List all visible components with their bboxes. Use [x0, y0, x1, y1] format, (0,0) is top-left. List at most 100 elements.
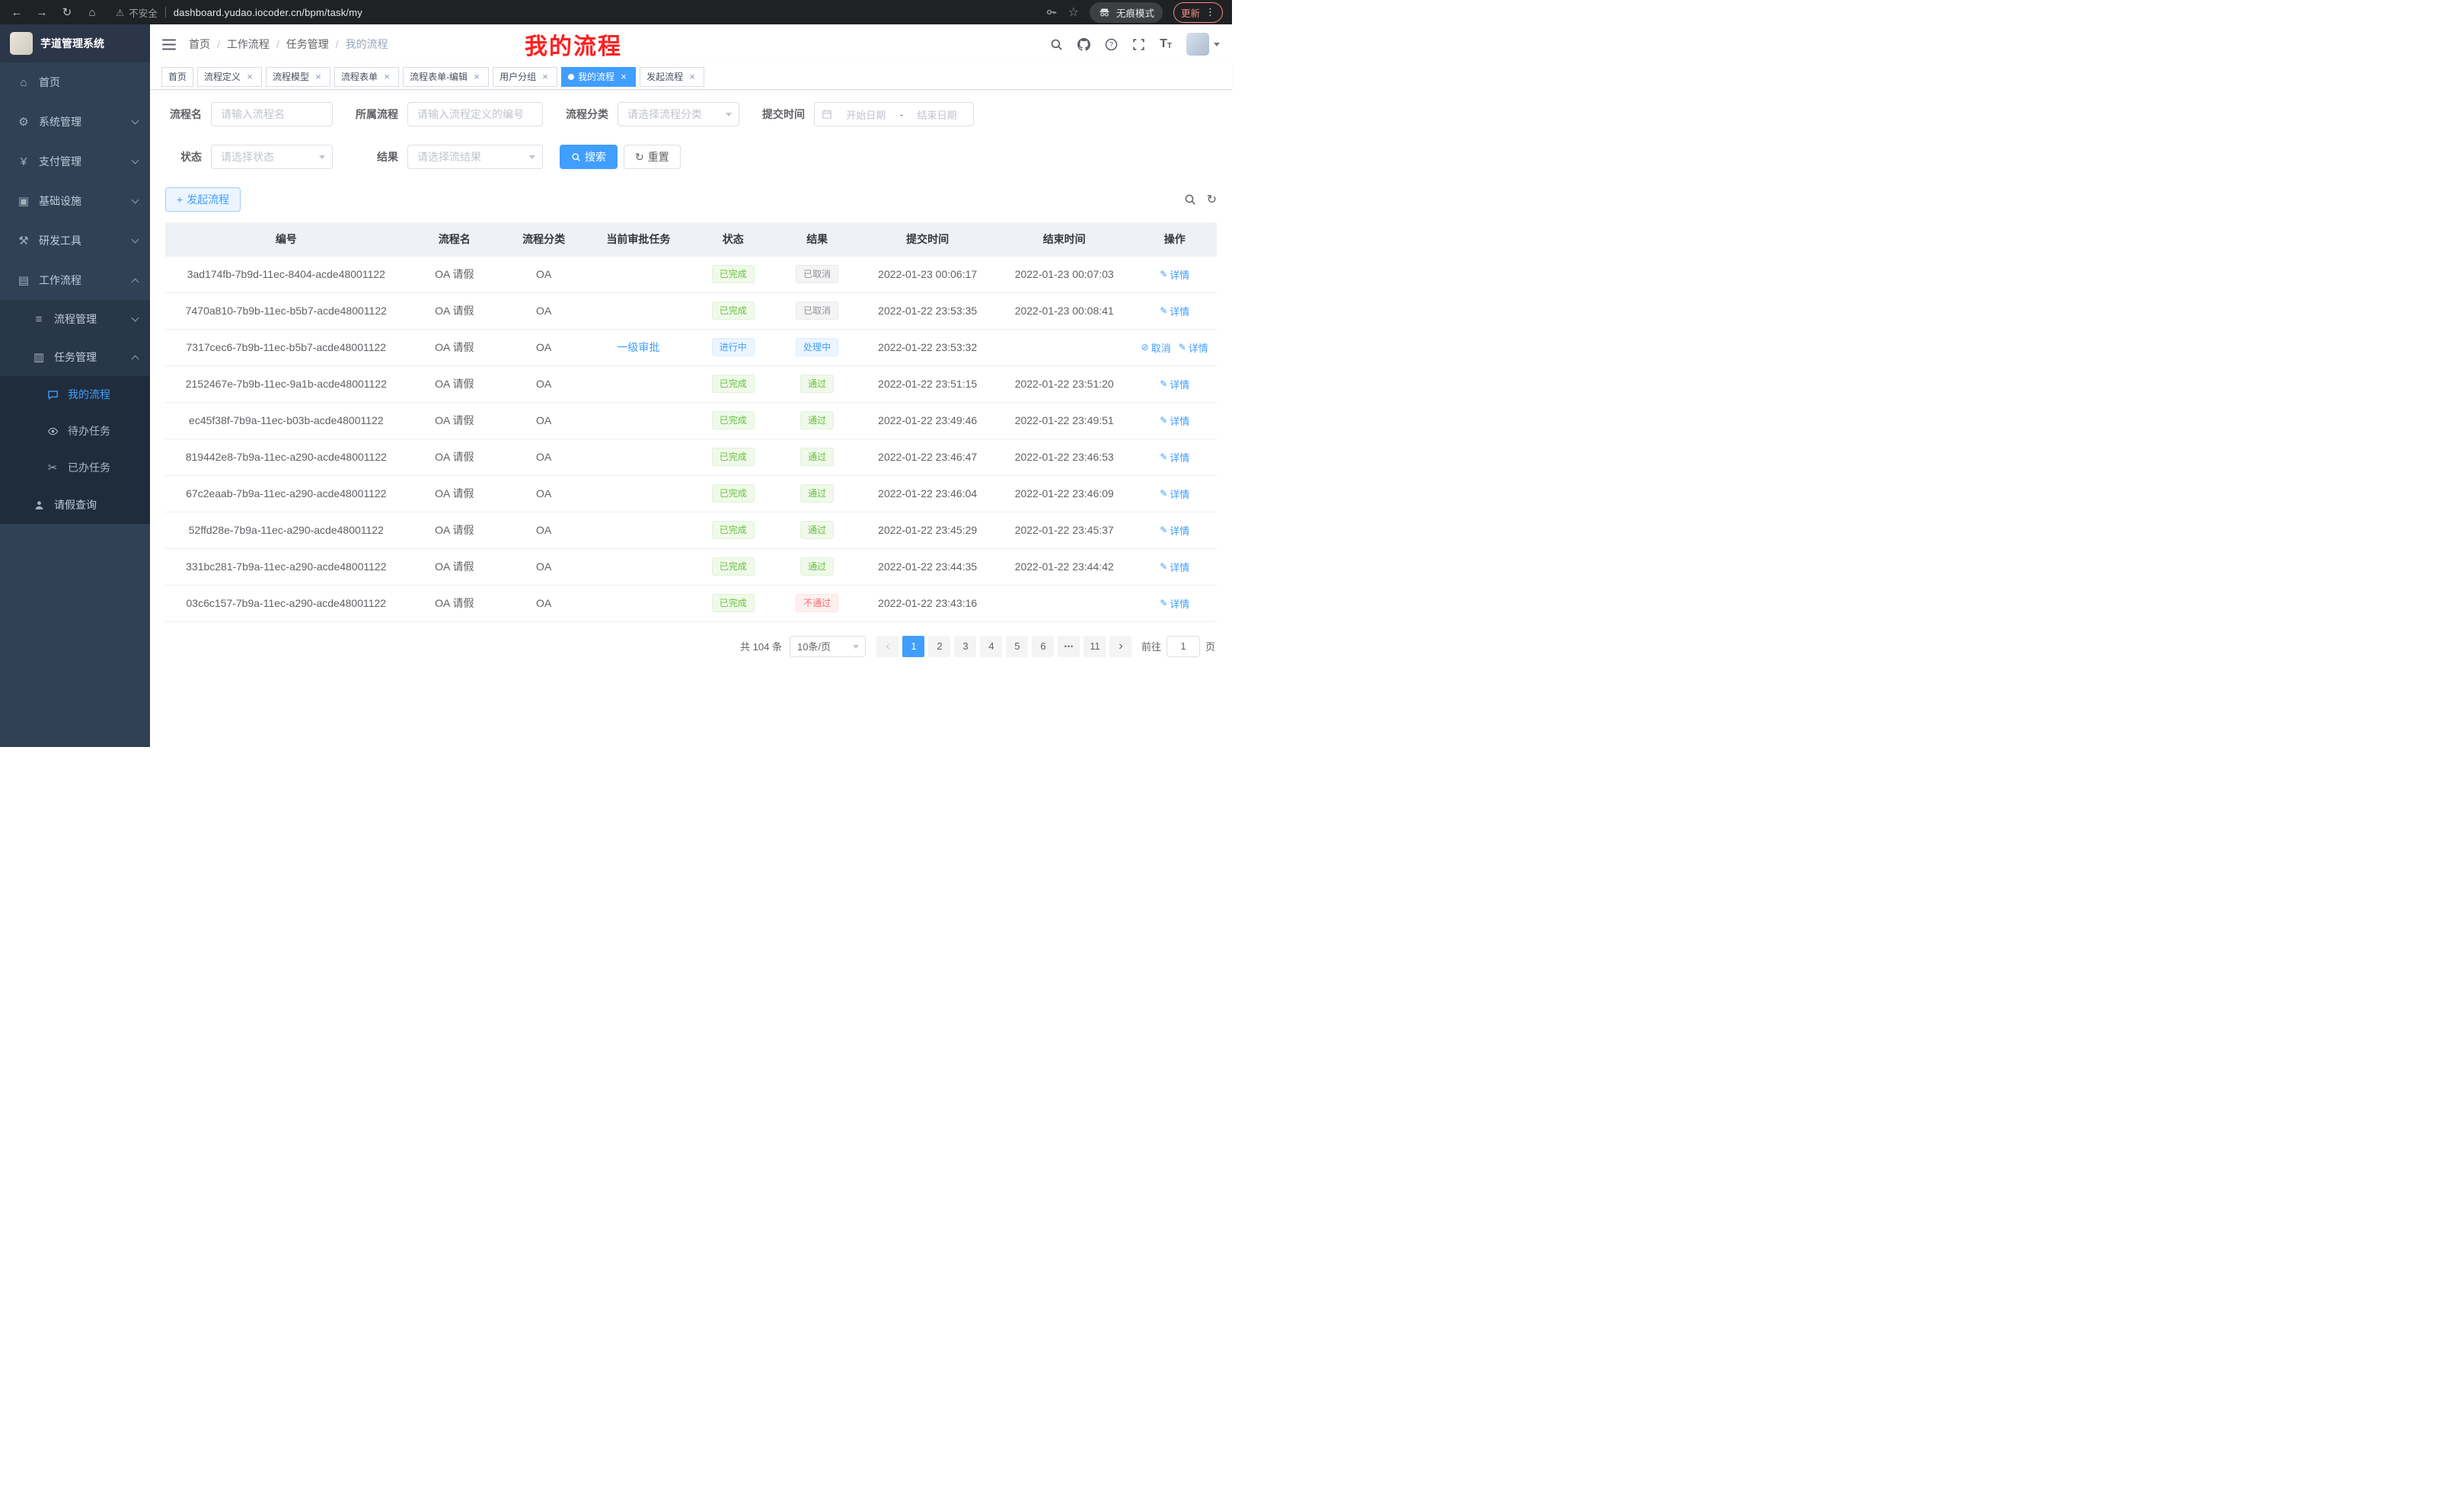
cell-submit-time: 2022-01-22 23:53:35 — [859, 292, 996, 329]
process-definition-input[interactable] — [407, 102, 543, 126]
process-name-input[interactable] — [211, 102, 333, 126]
tab-process-model[interactable]: 流程模型 × — [266, 67, 330, 87]
status-select[interactable]: 请选择状态 — [211, 145, 333, 169]
page-button-11[interactable]: 11 — [1084, 636, 1106, 657]
breadcrumb-task-mgmt[interactable]: 任务管理 — [286, 37, 329, 52]
process-table: 编号 流程名 流程分类 当前审批任务 状态 结果 提交时间 结束时间 操作 3a… — [165, 222, 1217, 622]
page-button-2[interactable]: 2 — [928, 636, 950, 657]
table-tools: ↻ — [1184, 192, 1217, 207]
sidebar-toggle-icon[interactable] — [162, 39, 176, 50]
detail-link[interactable]: ✎详情 — [1160, 560, 1189, 574]
date-range-picker[interactable]: 开始日期 - 结束日期 — [814, 102, 974, 126]
tab-my-process[interactable]: 我的流程 × — [561, 67, 636, 87]
table-row: 7317cec6-7b9b-11ec-b5b7-acde48001122 OA … — [165, 329, 1217, 366]
detail-link[interactable]: ✎详情 — [1160, 596, 1189, 611]
detail-link[interactable]: ✎详情 — [1160, 377, 1189, 391]
breadcrumb-workflow[interactable]: 工作流程 — [227, 37, 270, 52]
scissors-icon: ✂ — [45, 461, 60, 474]
page-ellipsis-button[interactable]: ••• — [1058, 636, 1080, 657]
sidebar-item-done-tasks[interactable]: ✂ 已办任务 — [0, 449, 150, 486]
close-icon[interactable]: × — [244, 72, 255, 82]
browser-chrome: ← → ↻ ⌂ ⚠ 不安全 dashboard.yudao.iocoder.cn… — [0, 0, 1232, 24]
detail-link[interactable]: ✎详情 — [1160, 413, 1189, 428]
tab-process-form[interactable]: 流程表单 × — [334, 67, 399, 87]
sidebar-item-devtools[interactable]: ⚒ 研发工具 — [0, 221, 150, 260]
next-page-button[interactable]: › — [1109, 636, 1131, 657]
refresh-table-icon[interactable]: ↻ — [1207, 192, 1217, 207]
detail-link[interactable]: ✎详情 — [1160, 523, 1189, 538]
bookmark-star-icon[interactable]: ☆ — [1068, 5, 1079, 20]
sidebar-item-infrastructure[interactable]: ▣ 基础设施 — [0, 181, 150, 221]
fullscreen-icon[interactable] — [1132, 38, 1145, 51]
user-avatar — [1186, 33, 1209, 56]
current-task-link[interactable]: 一级审批 — [617, 341, 659, 353]
back-icon[interactable]: ← — [9, 6, 24, 19]
sidebar: 芋道管理系统 ⌂ 首页 ⚙ 系统管理 ¥ 支付管理 ▣ 基础设施 — [0, 24, 150, 747]
sidebar-item-process-mgmt[interactable]: ≡ 流程管理 — [0, 300, 150, 338]
key-icon[interactable] — [1045, 6, 1058, 18]
forward-icon[interactable]: → — [34, 6, 49, 19]
sidebar-item-todo-tasks[interactable]: 待办任务 — [0, 413, 150, 449]
page-size-select[interactable]: 10条/页 — [790, 636, 866, 657]
page-button-3[interactable]: 3 — [954, 636, 976, 657]
tags-view-bar: 首页 流程定义 × 流程模型 × 流程表单 × 流程表单-编辑 × 用户分组 × — [150, 64, 1232, 90]
toggle-search-icon[interactable] — [1184, 193, 1196, 206]
detail-link[interactable]: ✎详情 — [1160, 267, 1189, 282]
page-button-5[interactable]: 5 — [1006, 636, 1028, 657]
detail-link[interactable]: ✎详情 — [1179, 340, 1208, 355]
search-icon[interactable] — [1050, 38, 1063, 51]
close-icon[interactable]: × — [540, 72, 551, 82]
search-button[interactable]: 搜索 — [560, 145, 618, 169]
col-current-task: 当前审批任务 — [586, 222, 691, 256]
close-icon[interactable]: × — [618, 72, 629, 82]
page-button-6[interactable]: 6 — [1032, 636, 1054, 657]
browser-update-button[interactable]: 更新 ⋮ — [1173, 2, 1223, 23]
help-icon[interactable]: ? — [1105, 38, 1118, 51]
page-header: 首页 / 工作流程 / 任务管理 / 我的流程 我的流程 ? — [150, 24, 1232, 64]
app-logo[interactable]: 芋道管理系统 — [0, 24, 150, 62]
tab-process-definition[interactable]: 流程定义 × — [197, 67, 262, 87]
user-menu[interactable] — [1186, 33, 1220, 56]
sidebar-item-payment[interactable]: ¥ 支付管理 — [0, 142, 150, 181]
sidebar-item-my-process[interactable]: 我的流程 — [0, 376, 150, 413]
prev-page-button[interactable]: ‹ — [876, 636, 898, 657]
detail-link[interactable]: ✎详情 — [1160, 487, 1189, 501]
sidebar-item-workflow[interactable]: ▤ 工作流程 — [0, 260, 150, 300]
detail-link[interactable]: ✎详情 — [1160, 450, 1189, 464]
address-bar[interactable]: ⚠ 不安全 dashboard.yudao.iocoder.cn/bpm/tas… — [116, 5, 1036, 20]
close-icon[interactable]: × — [381, 72, 392, 82]
sidebar-item-task-mgmt[interactable]: ▥ 任务管理 — [0, 338, 150, 376]
status-badge: 已完成 — [712, 484, 755, 503]
sidebar-item-leave-query[interactable]: 请假查询 — [0, 486, 150, 524]
font-size-icon[interactable]: TT — [1160, 38, 1172, 50]
result-select[interactable]: 请选择流结果 — [407, 145, 543, 169]
chevron-down-icon — [132, 117, 139, 125]
breadcrumb-home[interactable]: 首页 — [189, 37, 210, 52]
start-process-button[interactable]: + 发起流程 — [165, 187, 241, 212]
tab-start-process[interactable]: 发起流程 × — [640, 67, 704, 87]
tab-process-form-edit[interactable]: 流程表单-编辑 × — [403, 67, 489, 87]
cell-process-name: OA 请假 — [407, 512, 502, 548]
page-button-4[interactable]: 4 — [980, 636, 1002, 657]
browser-home-icon[interactable]: ⌂ — [85, 6, 100, 19]
page-button-1[interactable]: 1 — [902, 636, 924, 657]
sidebar-item-label: 流程管理 — [54, 311, 125, 327]
detail-link[interactable]: ✎详情 — [1160, 304, 1189, 318]
reset-button[interactable]: ↻ 重置 — [624, 145, 681, 169]
sidebar-item-system[interactable]: ⚙ 系统管理 — [0, 102, 150, 142]
close-icon[interactable]: × — [313, 72, 324, 82]
reload-icon[interactable]: ↻ — [59, 5, 75, 19]
sidebar-item-home[interactable]: ⌂ 首页 — [0, 62, 150, 102]
process-category-select[interactable]: 请选择流程分类 — [618, 102, 739, 126]
cell-category: OA — [502, 585, 586, 621]
security-chip[interactable]: ⚠ 不安全 — [116, 5, 158, 20]
github-icon[interactable] — [1077, 38, 1090, 51]
cancel-link[interactable]: ⊘取消 — [1141, 340, 1171, 355]
tab-user-group[interactable]: 用户分组 × — [493, 67, 557, 87]
close-icon[interactable]: × — [471, 72, 482, 82]
tab-home[interactable]: 首页 — [161, 67, 193, 87]
cell-status: 已完成 — [691, 585, 774, 621]
close-icon[interactable]: × — [687, 72, 697, 82]
goto-page-input[interactable] — [1167, 636, 1200, 657]
incognito-badge: 无痕模式 — [1090, 2, 1163, 23]
